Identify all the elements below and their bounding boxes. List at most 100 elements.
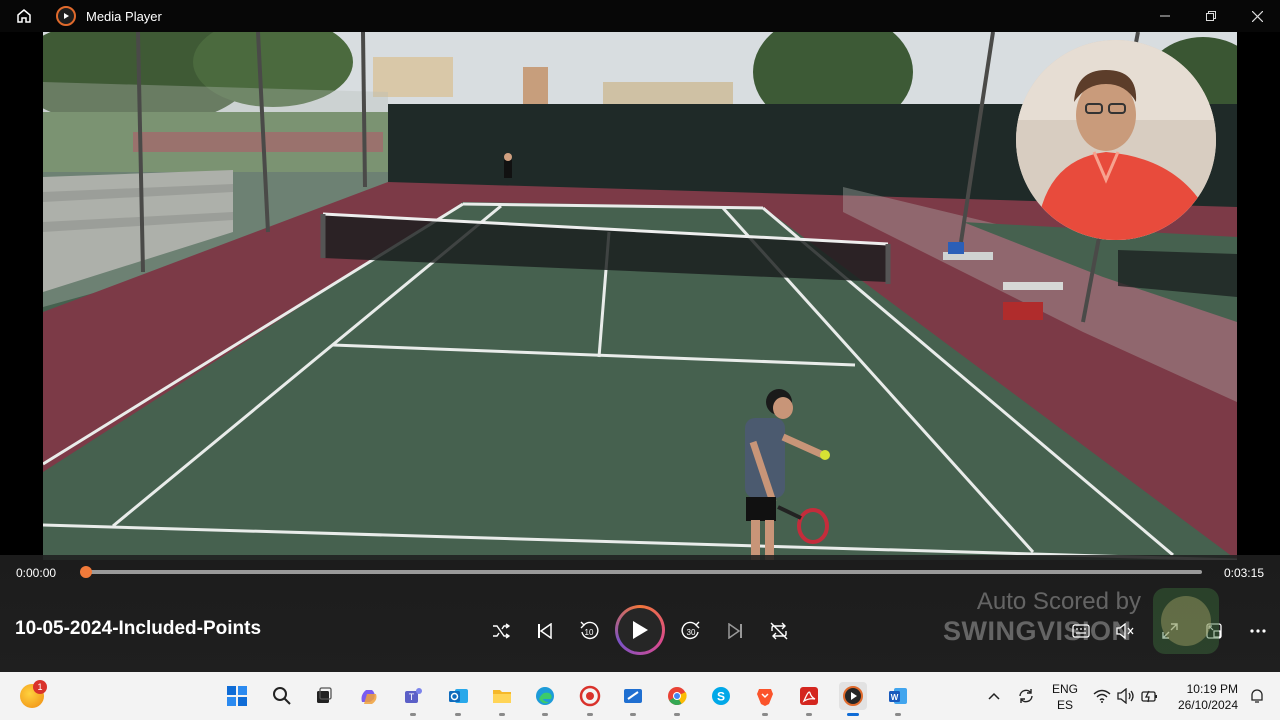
word-icon: W (889, 688, 907, 704)
taskbar: 1 T S W ENG ES 10:19 PM 26/10/2024 (0, 672, 1280, 720)
subtitles-icon (1072, 624, 1090, 638)
copilot-icon (361, 690, 377, 704)
mute-icon (1116, 623, 1134, 639)
search-button[interactable] (268, 682, 296, 710)
clock-date: 26/10/2024 (1177, 698, 1238, 712)
copilot-button[interactable] (355, 682, 383, 710)
skip-forward-30-icon: 30 (681, 621, 700, 640)
notifications-icon (1251, 689, 1263, 703)
media-player-app-icon (56, 6, 76, 26)
running-indicator (674, 713, 680, 716)
running-indicator (895, 713, 901, 716)
subtitles-button[interactable] (1066, 616, 1096, 646)
close-button[interactable] (1234, 0, 1280, 32)
battery-charging-icon (1141, 690, 1157, 703)
language-line1: ENG (1052, 682, 1079, 696)
brave-button[interactable] (751, 682, 779, 716)
close-icon (1251, 10, 1263, 22)
running-indicator (410, 713, 416, 716)
notification-badge: 1 (33, 680, 47, 694)
word-button[interactable]: W (884, 682, 912, 716)
webcam-overlay (1016, 40, 1216, 240)
clock-time: 10:19 PM (1186, 682, 1238, 696)
current-time: 0:00:00 (16, 566, 57, 580)
title-bar: Media Player (0, 0, 1280, 32)
speaker-icon (1117, 688, 1134, 704)
svg-text:T: T (409, 692, 415, 702)
previous-button[interactable] (530, 616, 560, 646)
running-indicator (806, 713, 812, 716)
outlook-icon (449, 689, 468, 703)
start-button[interactable] (223, 682, 251, 710)
windows-start-icon (227, 686, 247, 706)
minimize-icon (1160, 15, 1170, 17)
watermark-line1: Auto Scored by (976, 588, 1141, 615)
next-button[interactable] (720, 616, 750, 646)
swingvision-logo (1153, 588, 1219, 654)
running-indicator (762, 713, 768, 716)
svg-text:W: W (891, 693, 899, 702)
chrome-icon (668, 687, 687, 706)
battery-button[interactable] (1136, 682, 1164, 710)
clock[interactable]: 10:19 PM 26/10/2024 (1170, 681, 1238, 713)
running-indicator (587, 713, 593, 716)
brave-icon (757, 689, 773, 706)
show-hidden-icons-button[interactable] (980, 682, 1008, 710)
skype-button[interactable]: S (707, 682, 735, 710)
seek-bar[interactable] (80, 566, 1202, 578)
snipping-tool-icon (624, 689, 642, 703)
skip-forward-button[interactable]: 30 (676, 616, 706, 646)
media-player-taskbar-button[interactable] (839, 682, 867, 716)
more-icon (1250, 629, 1266, 633)
teams-icon: T (405, 688, 422, 703)
shuffle-button[interactable] (486, 616, 516, 646)
play-icon (633, 621, 648, 639)
skip-back-label: 10 (585, 628, 594, 637)
running-indicator (499, 713, 505, 716)
webcam-person-image (1016, 40, 1216, 240)
restore-button[interactable] (1188, 0, 1234, 32)
total-time: 0:03:15 (1223, 566, 1264, 580)
running-indicator (542, 713, 548, 716)
wifi-icon (1093, 689, 1111, 703)
next-icon (728, 623, 742, 639)
volume-button[interactable] (1110, 616, 1140, 646)
file-explorer-button[interactable] (488, 682, 516, 716)
skip-back-button[interactable]: 10 (574, 616, 604, 646)
repeat-off-icon (770, 622, 788, 640)
restore-icon (1206, 11, 1216, 21)
snipping-tool-button[interactable] (619, 682, 647, 716)
active-indicator (847, 713, 859, 716)
more-options-button[interactable] (1243, 616, 1273, 646)
running-indicator (455, 713, 461, 716)
language-line2: ES (1056, 698, 1073, 712)
edge-icon (536, 687, 554, 705)
svg-text:S: S (717, 690, 725, 704)
play-button-inner (618, 608, 662, 652)
notifications-button[interactable] (1243, 682, 1271, 710)
media-player-icon (843, 686, 863, 706)
seek-thumb[interactable] (80, 566, 92, 578)
task-view-button[interactable] (309, 682, 337, 710)
sync-status-button[interactable] (1012, 682, 1040, 710)
media-title: 10-05-2024-Included-Points (15, 618, 262, 639)
tracker-app-button[interactable] (576, 682, 604, 716)
previous-icon (538, 623, 552, 639)
minimize-button[interactable] (1142, 0, 1188, 32)
acrobat-button[interactable] (795, 682, 823, 716)
search-icon (273, 687, 291, 705)
window-title: Media Player (86, 8, 162, 24)
skip-forward-label: 30 (687, 628, 696, 637)
play-button[interactable] (615, 605, 665, 655)
input-language-indicator[interactable]: ENG ES (1052, 681, 1078, 713)
skip-back-10-icon: 10 (580, 621, 599, 640)
chevron-up-icon (988, 692, 1000, 700)
home-button[interactable] (0, 0, 48, 32)
edge-button[interactable] (531, 682, 559, 716)
chrome-button[interactable] (663, 682, 691, 716)
teams-button[interactable]: T (399, 682, 427, 716)
repeat-button[interactable] (764, 616, 794, 646)
tracker-app-icon (579, 685, 601, 707)
transport-controls: 0:00:00 0:03:15 10-05-2024-Included-Poin… (0, 555, 1280, 672)
outlook-button[interactable] (444, 682, 472, 716)
